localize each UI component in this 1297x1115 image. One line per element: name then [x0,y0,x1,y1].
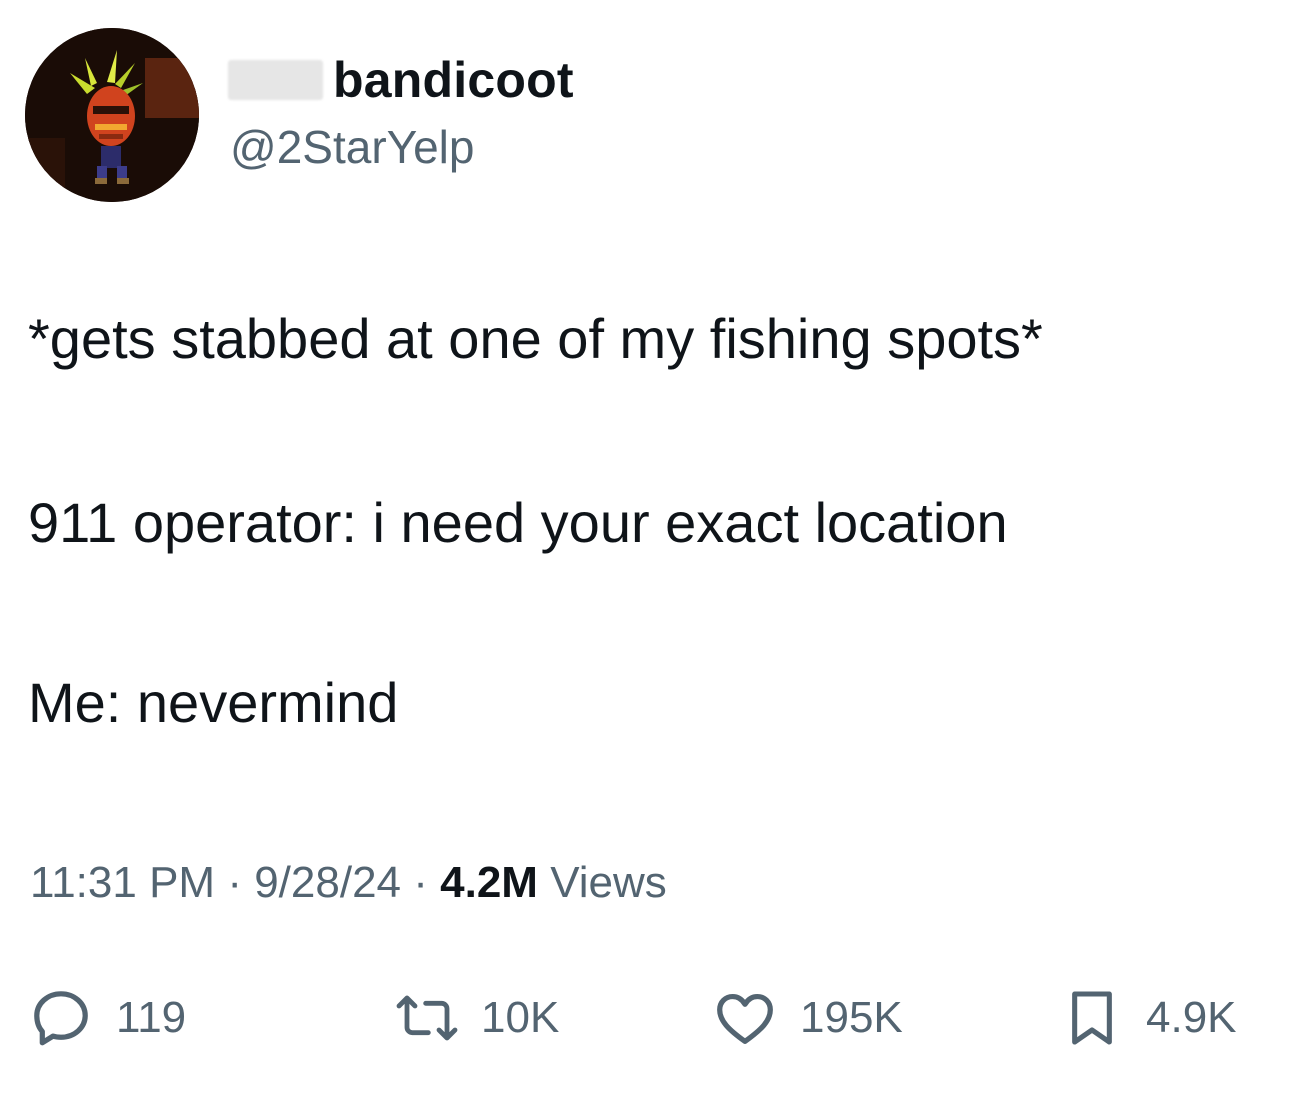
tweet-time[interactable]: 11:31 PM [30,858,215,907]
reply-icon [34,991,88,1046]
meta-separator: · [227,858,242,907]
reply-button[interactable]: 119 [28,978,186,1058]
tweet-text-line: *gets stabbed at one of my fishing spots… [28,307,1043,370]
tweet-meta: 11:31 PM · 9/28/24 · 4.2M Views [30,858,667,908]
tweet-text-line: Me: nevermind [28,671,399,734]
like-button[interactable]: 195K [712,978,903,1058]
avatar[interactable] [25,28,199,202]
retweet-button[interactable]: 10K [395,978,559,1058]
user-handle[interactable]: @2StarYelp [230,120,475,174]
bookmark-button[interactable]: 4.9K [1060,978,1237,1058]
retweet-count: 10K [481,993,560,1042]
views-count: 4.2M [440,858,538,907]
redacted-name-part [228,60,323,100]
bookmark-count: 4.9K [1146,993,1237,1042]
tweet-text-line: 911 operator: i need your exact location [28,491,1008,554]
meta-separator: · [413,858,428,907]
retweet-icon [396,995,458,1041]
bandicoot-avatar-icon [25,28,199,202]
reply-count: 119 [116,993,187,1042]
display-name[interactable]: bandicoot [333,51,574,109]
action-bar: 119 10K 195K 4.9K [0,978,1297,1058]
bookmark-icon [1072,991,1112,1045]
heart-icon [717,993,773,1044]
name-row[interactable]: bandicoot [228,48,574,112]
tweet-card: bandicoot @2StarYelp *gets stabbed at on… [0,0,1297,1115]
views-label: Views [550,858,667,907]
tweet-date[interactable]: 9/28/24 [254,858,401,907]
like-count: 195K [800,993,903,1042]
